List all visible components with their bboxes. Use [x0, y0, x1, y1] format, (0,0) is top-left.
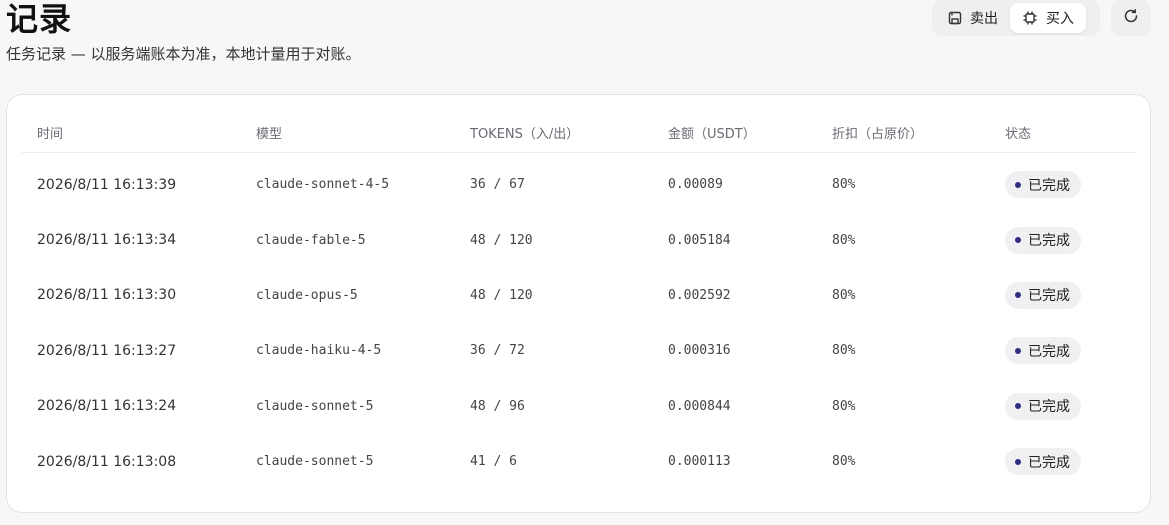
column-header-discount: 折扣（占原价） — [832, 127, 924, 142]
cell-model: claude-sonnet-5 — [256, 398, 374, 414]
cell-tokens: 36 / 67 — [470, 177, 525, 193]
cell-model: claude-opus-5 — [256, 287, 358, 303]
cell-tokens: 48 / 120 — [470, 232, 533, 248]
status-badge: 已完成 — [1005, 281, 1081, 309]
cell-model: claude-sonnet-4-5 — [256, 177, 390, 193]
cell-status: 已完成 — [1005, 268, 1081, 323]
status-label: 已完成 — [1028, 233, 1070, 250]
cell-time: 2026/8/11 16:13:27 — [37, 342, 177, 359]
cell-discount: 80% — [832, 343, 856, 359]
status-dot — [1015, 403, 1021, 410]
page-subtitle: 任务记录 — 以服务端账本为准，本地计量用于对账。 — [6, 45, 361, 63]
cell-amount: 0.002592 — [668, 287, 731, 303]
status-label: 已完成 — [1028, 177, 1070, 194]
cell-status: 已完成 — [1005, 323, 1081, 378]
status-badge: 已完成 — [1005, 171, 1081, 199]
status-dot — [1015, 292, 1021, 299]
refresh-button[interactable] — [1111, 0, 1151, 36]
trade-toggle: 卖出 买入 — [932, 0, 1100, 36]
cell-tokens: 41 / 6 — [470, 454, 517, 470]
table-row[interactable]: 2026/8/11 16:13:27 claude-haiku-4-5 36 /… — [22, 323, 1136, 378]
cell-status: 已完成 — [1005, 212, 1081, 267]
sell-label: 卖出 — [970, 11, 998, 27]
column-header-model: 模型 — [256, 127, 283, 142]
cell-time: 2026/8/11 16:13:30 — [37, 287, 177, 304]
records-card: 时间 模型 TOKENS（入/出） 金额（USDT） 折扣（占原价） 状态 20… — [6, 94, 1151, 513]
cell-tokens: 48 / 96 — [470, 398, 525, 414]
cell-discount: 80% — [832, 398, 856, 414]
cell-amount: 0.000844 — [668, 398, 731, 414]
table-row[interactable]: 2026/8/11 16:13:08 claude-sonnet-5 41 / … — [22, 434, 1136, 489]
cell-model: claude-sonnet-5 — [256, 454, 374, 470]
cell-discount: 80% — [832, 454, 856, 470]
cell-discount: 80% — [832, 232, 856, 248]
cell-tokens: 36 / 72 — [470, 343, 525, 359]
cell-amount: 0.000113 — [668, 454, 731, 470]
status-badge: 已完成 — [1005, 337, 1081, 365]
status-dot — [1015, 181, 1021, 188]
buy-button[interactable]: 买入 — [1010, 3, 1086, 33]
cell-model: claude-fable-5 — [256, 232, 366, 248]
column-header-amount: 金额（USDT） — [668, 127, 756, 142]
column-header-tokens: TOKENS（入/出） — [470, 127, 580, 142]
buy-label: 买入 — [1046, 11, 1074, 27]
save-icon — [948, 11, 962, 25]
table-row[interactable]: 2026/8/11 16:13:24 claude-sonnet-5 48 / … — [22, 379, 1136, 434]
status-badge: 已完成 — [1005, 392, 1081, 420]
status-badge: 已完成 — [1005, 226, 1081, 254]
cell-amount: 0.005184 — [668, 232, 731, 248]
cell-time: 2026/8/11 16:13:24 — [37, 398, 177, 415]
status-label: 已完成 — [1028, 343, 1070, 360]
status-dot — [1015, 458, 1021, 465]
status-badge: 已完成 — [1005, 448, 1081, 476]
refresh-icon — [1123, 8, 1139, 28]
cell-discount: 80% — [832, 287, 856, 303]
page-title: 记录 — [6, 0, 73, 38]
sell-button[interactable]: 卖出 — [936, 3, 1010, 33]
status-label: 已完成 — [1028, 399, 1070, 416]
cell-amount: 0.00089 — [668, 177, 723, 193]
cell-tokens: 48 / 120 — [470, 287, 533, 303]
cell-amount: 0.000316 — [668, 343, 731, 359]
column-header-status: 状态 — [1005, 127, 1032, 142]
cell-time: 2026/8/11 16:13:39 — [37, 176, 177, 193]
records-table: 时间 模型 TOKENS（入/出） 金额（USDT） 折扣（占原价） 状态 20… — [22, 115, 1136, 489]
cell-status: 已完成 — [1005, 379, 1081, 434]
cell-status: 已完成 — [1005, 434, 1081, 489]
table-row[interactable]: 2026/8/11 16:13:30 claude-opus-5 48 / 12… — [22, 268, 1136, 323]
status-label: 已完成 — [1028, 454, 1070, 471]
status-dot — [1015, 347, 1021, 354]
table-header: 时间 模型 TOKENS（入/出） 金额（USDT） 折扣（占原价） 状态 — [22, 115, 1136, 153]
chip-icon — [1022, 10, 1038, 26]
cell-discount: 80% — [832, 177, 856, 193]
column-header-time: 时间 — [37, 127, 64, 142]
cell-time: 2026/8/11 16:13:08 — [37, 453, 177, 470]
table-body: 2026/8/11 16:13:39 claude-sonnet-4-5 36 … — [22, 153, 1136, 489]
status-dot — [1015, 237, 1021, 244]
status-label: 已完成 — [1028, 288, 1070, 305]
table-row[interactable]: 2026/8/11 16:13:39 claude-sonnet-4-5 36 … — [22, 157, 1136, 212]
table-row[interactable]: 2026/8/11 16:13:34 claude-fable-5 48 / 1… — [22, 212, 1136, 267]
cell-status: 已完成 — [1005, 157, 1081, 212]
cell-time: 2026/8/11 16:13:34 — [37, 232, 177, 249]
cell-model: claude-haiku-4-5 — [256, 343, 382, 359]
